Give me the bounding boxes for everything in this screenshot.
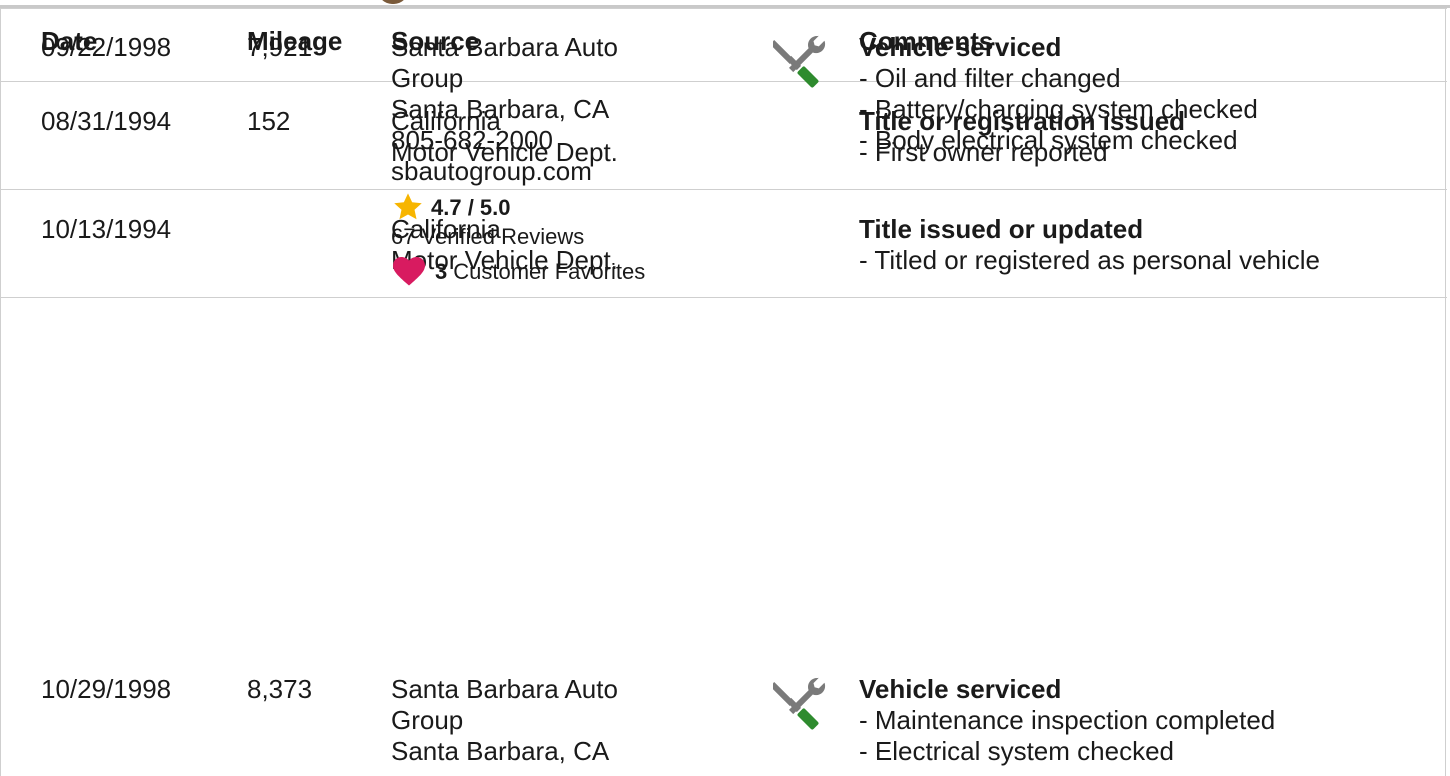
row-source: Santa Barbara Auto Group Santa Barbara, … xyxy=(391,674,751,767)
source-line: Santa Barbara Auto xyxy=(391,32,618,62)
row-date: 09/22/1998 xyxy=(41,32,172,62)
row-date: 10/29/1998 xyxy=(41,674,172,704)
source-line: Group xyxy=(391,705,464,735)
source-website-link[interactable]: sbautogroup.com xyxy=(391,156,751,187)
row-comments: Vehicle serviced - Maintenance inspectio… xyxy=(859,674,1449,767)
favorites-label: Customer Favorites xyxy=(453,258,646,284)
comment-title: Vehicle serviced xyxy=(859,674,1062,704)
wrench-screwdriver-icon xyxy=(769,672,833,732)
rating-value: 4.7 / 5.0 xyxy=(431,194,511,220)
verified-reviews-link[interactable]: 67 Verified Reviews xyxy=(391,223,751,251)
comment-item: - Titled or registered as personal vehic… xyxy=(859,245,1321,275)
comment-item: - Oil and filter changed xyxy=(859,63,1121,93)
comment-item: - Maintenance inspection completed xyxy=(859,705,1276,735)
row-mileage: 7,921 xyxy=(247,32,313,62)
row-date: 08/31/1994 xyxy=(41,106,172,136)
comment-item: - Electrical system checked xyxy=(859,736,1174,766)
row-comments: Title issued or updated - Titled or regi… xyxy=(859,214,1449,276)
favorites-count: 3 xyxy=(435,258,448,284)
wrench-screwdriver-icon xyxy=(769,30,833,90)
row-mileage: 8,373 xyxy=(247,674,313,704)
comment-item: - Body electrical system checked xyxy=(859,125,1238,155)
heart-icon xyxy=(393,257,425,286)
source-line: 805-682-2000 xyxy=(391,125,553,155)
dealer-rating: 4.7 / 5.0 xyxy=(391,191,751,223)
comment-title: Title issued or updated xyxy=(859,214,1144,244)
source-line: Santa Barbara, CA xyxy=(391,94,610,124)
row-comments: Vehicle serviced - Oil and filter change… xyxy=(859,32,1449,156)
comment-item: - Battery/charging system checked xyxy=(859,94,1258,124)
row-mileage: 152 xyxy=(247,106,291,136)
row-source: Santa Barbara Auto Group Santa Barbara, … xyxy=(391,32,751,287)
star-icon xyxy=(394,193,422,220)
vehicle-history-table: Date Mileage Source Comments 08/31/1994 … xyxy=(0,8,1449,776)
source-line: Santa Barbara Auto xyxy=(391,674,618,704)
table-row: 10/29/1998 8,373 Santa Barbara Auto Grou… xyxy=(1,648,1447,776)
comment-title: Vehicle serviced xyxy=(859,32,1062,62)
source-line: Santa Barbara, CA xyxy=(391,736,610,766)
table-row: 09/22/1998 7,921 Santa Barbara Auto Grou… xyxy=(1,8,1447,286)
customer-favorites: 3 Customer Favorites xyxy=(391,255,751,287)
source-line: Group xyxy=(391,63,464,93)
row-date: 10/13/1994 xyxy=(41,214,172,244)
